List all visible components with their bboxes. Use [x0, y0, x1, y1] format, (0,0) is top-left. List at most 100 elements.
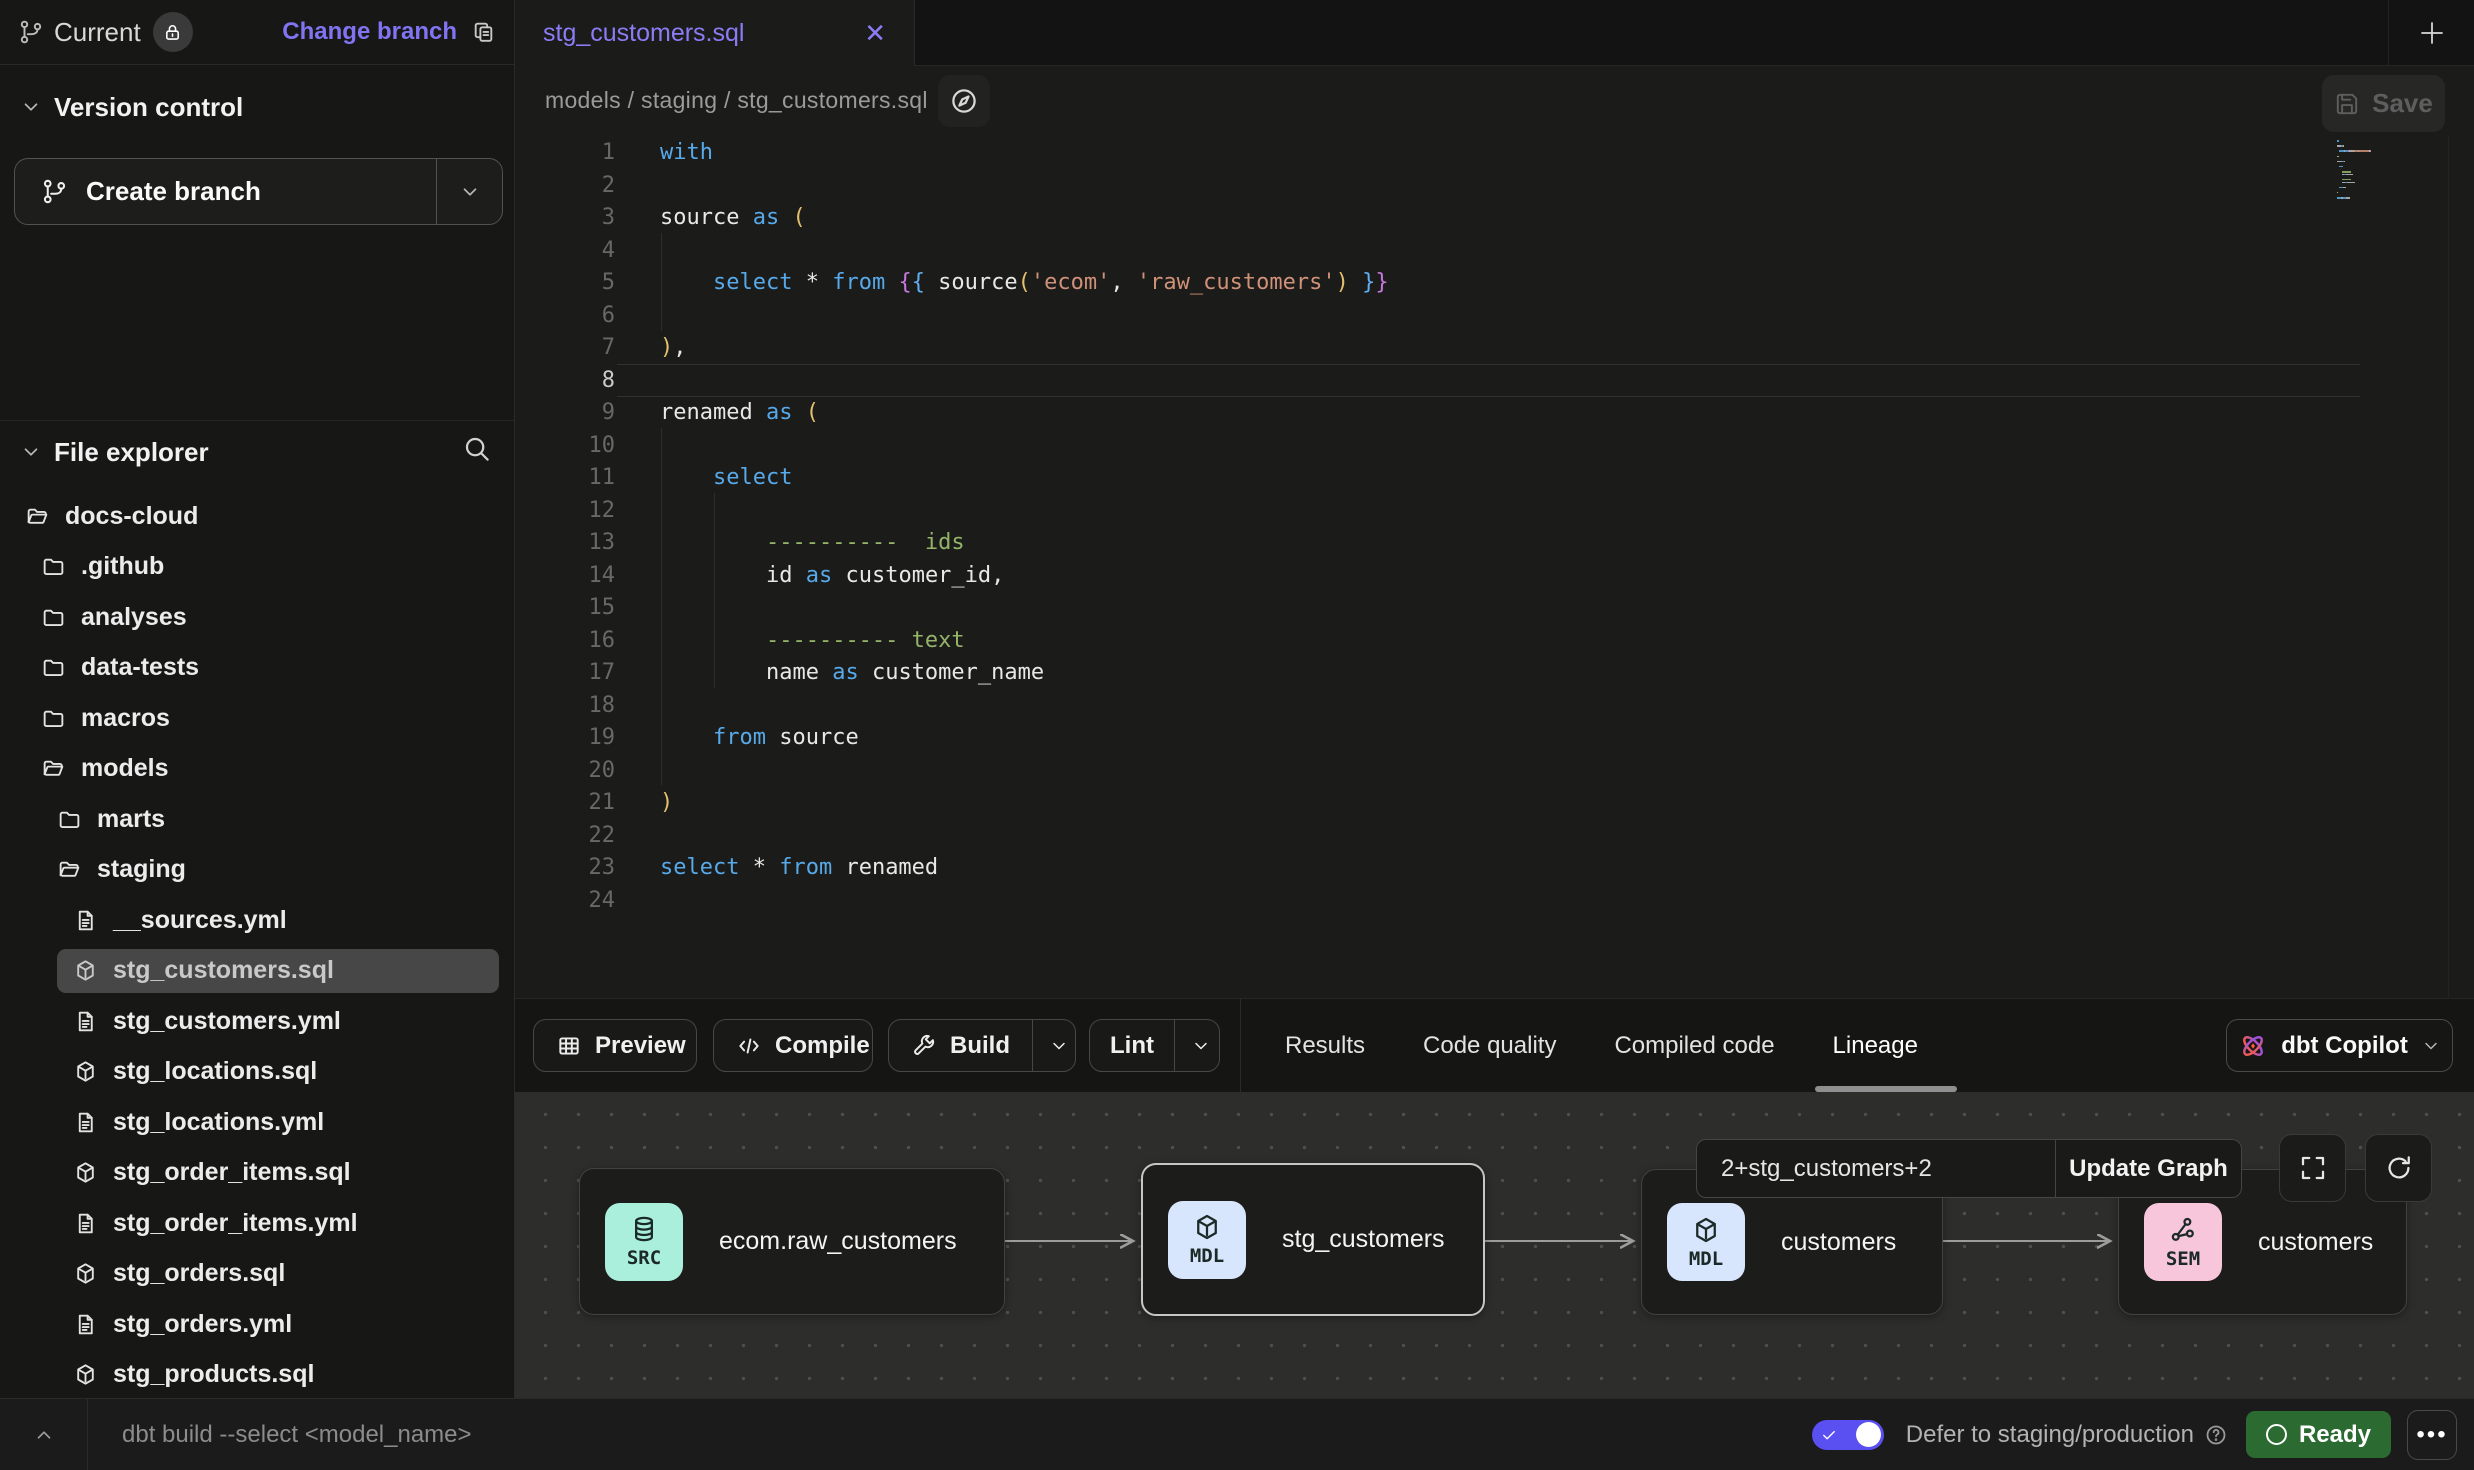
- editor-scrollbar[interactable]: [2448, 135, 2474, 998]
- tree-item-label: stg_order_items.yml: [113, 1209, 358, 1238]
- file-row-stg-orders-sql[interactable]: stg_orders.sql: [0, 1249, 514, 1300]
- save-icon: [2334, 91, 2360, 117]
- code-line-20[interactable]: 20: [515, 755, 2474, 788]
- file-row-stg-order-items-yml[interactable]: stg_order_items.yml: [0, 1198, 514, 1249]
- copy-icon[interactable]: [471, 20, 496, 45]
- panel-tab-results[interactable]: Results: [1285, 1032, 1365, 1060]
- panel-tab-lineage[interactable]: Lineage: [1833, 1032, 1918, 1060]
- code-line-14[interactable]: 14 id as customer_id,: [515, 560, 2474, 593]
- code-line-17[interactable]: 17 name as customer_name: [515, 657, 2474, 690]
- code-line-10[interactable]: 10: [515, 430, 2474, 463]
- code-line-15[interactable]: 15: [515, 592, 2474, 625]
- node-label: ecom.raw_customers: [719, 1227, 957, 1256]
- code-line-9[interactable]: 9renamed as (: [515, 397, 2474, 430]
- folder-row-analyses[interactable]: analyses: [0, 592, 514, 643]
- help-icon[interactable]: [2204, 1423, 2228, 1447]
- code-line-19[interactable]: 19 from source: [515, 722, 2474, 755]
- file-row-stg-order-items-sql[interactable]: stg_order_items.sql: [0, 1148, 514, 1199]
- tree-item-label: marts: [97, 805, 165, 834]
- folder-row-models[interactable]: models: [0, 744, 514, 795]
- command-input-placeholder[interactable]: dbt build --select <model_name>: [122, 1421, 472, 1449]
- compass-icon: [949, 86, 979, 116]
- line-content: ),: [660, 332, 687, 365]
- code-line-4[interactable]: 4: [515, 235, 2474, 268]
- line-content: id as customer_id,: [660, 560, 1004, 593]
- close-tab-icon[interactable]: ✕: [864, 20, 886, 46]
- code-line-23[interactable]: 23select * from renamed: [515, 852, 2474, 885]
- lint-dropdown[interactable]: [1174, 1020, 1227, 1071]
- code-line-12[interactable]: 12: [515, 495, 2474, 528]
- save-button[interactable]: Save: [2322, 75, 2445, 132]
- lineage-node-mdl-stg-customers[interactable]: MDLstg_customers: [1141, 1163, 1485, 1316]
- compile-button[interactable]: Compile: [713, 1019, 873, 1072]
- code-line-18[interactable]: 18: [515, 690, 2474, 723]
- tree-item-label: stg_products.sql: [113, 1360, 314, 1389]
- dbt-copilot-button[interactable]: dbt Copilot: [2226, 1019, 2453, 1072]
- navigate-file-button[interactable]: [938, 75, 990, 127]
- code-line-11[interactable]: 11 select: [515, 462, 2474, 495]
- lint-button[interactable]: Lint: [1089, 1019, 1220, 1072]
- fullscreen-icon: [2298, 1153, 2328, 1183]
- command-bar-expand[interactable]: [0, 1399, 88, 1470]
- file-row-stg-locations-yml[interactable]: stg_locations.yml: [0, 1097, 514, 1148]
- defer-toggle[interactable]: [1812, 1420, 1884, 1450]
- refresh-button[interactable]: [2365, 1134, 2432, 1202]
- folder-icon: [41, 655, 66, 680]
- code-line-24[interactable]: 24: [515, 885, 2474, 918]
- file-row-stg-orders-yml[interactable]: stg_orders.yml: [0, 1299, 514, 1350]
- folder-row-docs-cloud[interactable]: docs-cloud: [0, 491, 514, 542]
- tab-stg-customers-sql[interactable]: stg_customers.sql ✕: [515, 0, 915, 66]
- panel-tab-compiled-code[interactable]: Compiled code: [1614, 1032, 1774, 1060]
- new-tab-button[interactable]: [2388, 0, 2474, 65]
- code-line-5[interactable]: 5 select * from {{ source('ecom', 'raw_c…: [515, 267, 2474, 300]
- yaml-file-icon: [73, 1009, 98, 1034]
- file-row-stg-products-sql[interactable]: stg_products.sql: [0, 1350, 514, 1401]
- ide-status-badge[interactable]: Ready: [2246, 1411, 2391, 1458]
- code-editor[interactable]: 1with23source as (45 select * from {{ so…: [515, 135, 2474, 998]
- folder-row-data-tests[interactable]: data-tests: [0, 643, 514, 694]
- branch-header: Current Change branch: [0, 0, 514, 65]
- line-number: 24: [515, 885, 615, 918]
- code-line-3[interactable]: 3source as (: [515, 202, 2474, 235]
- file-row-stg-locations-sql[interactable]: stg_locations.sql: [0, 1047, 514, 1098]
- code-line-16[interactable]: 16 ---------- text: [515, 625, 2474, 658]
- file-explorer-header[interactable]: File explorer: [0, 429, 514, 475]
- ready-label: Ready: [2299, 1421, 2371, 1449]
- code-line-8[interactable]: 8: [515, 365, 2474, 398]
- file-row--sources-yml[interactable]: __sources.yml: [0, 895, 514, 946]
- code-line-21[interactable]: 21): [515, 787, 2474, 820]
- version-control-header[interactable]: Version control: [0, 84, 514, 130]
- preview-button[interactable]: Preview: [533, 1019, 697, 1072]
- create-branch-button[interactable]: Create branch: [14, 158, 503, 225]
- update-graph-button[interactable]: Update Graph: [2055, 1140, 2241, 1197]
- code-line-2[interactable]: 2: [515, 170, 2474, 203]
- code-line-22[interactable]: 22: [515, 820, 2474, 853]
- code-line-13[interactable]: 13 ---------- ids: [515, 527, 2474, 560]
- panel-tab-code-quality[interactable]: Code quality: [1423, 1032, 1556, 1060]
- change-branch-link[interactable]: Change branch: [282, 18, 457, 46]
- code-line-7[interactable]: 7),: [515, 332, 2474, 365]
- code-line-6[interactable]: 6: [515, 300, 2474, 333]
- folder-row-marts[interactable]: marts: [0, 794, 514, 845]
- breadcrumb-row: models / staging / stg_customers.sql Sav…: [515, 66, 2474, 135]
- folder-row--github[interactable]: .github: [0, 542, 514, 593]
- line-content: ---------- ids: [660, 527, 965, 560]
- more-options-button[interactable]: •••: [2407, 1410, 2457, 1460]
- folder-row-staging[interactable]: staging: [0, 845, 514, 896]
- lineage-panel[interactable]: SRCecom.raw_customersMDLstg_customersMDL…: [515, 1092, 2474, 1398]
- lineage-selector-input[interactable]: [1697, 1140, 2055, 1197]
- folder-row-macros[interactable]: macros: [0, 693, 514, 744]
- folder-open-icon: [25, 504, 50, 529]
- build-dropdown[interactable]: [1032, 1020, 1085, 1071]
- fullscreen-button[interactable]: [2279, 1134, 2346, 1202]
- version-control-title: Version control: [54, 92, 243, 123]
- lineage-node-src-ecom-raw-customers[interactable]: SRCecom.raw_customers: [579, 1168, 1005, 1315]
- create-branch-dropdown[interactable]: [436, 159, 502, 224]
- file-row-stg-customers-yml[interactable]: stg_customers.yml: [0, 996, 514, 1047]
- file-row-stg-customers-sql[interactable]: stg_customers.sql: [0, 946, 514, 997]
- minimap[interactable]: [2337, 140, 2427, 202]
- build-button[interactable]: Build: [888, 1019, 1076, 1072]
- search-icon[interactable]: [462, 434, 492, 464]
- code-line-1[interactable]: 1with: [515, 137, 2474, 170]
- line-number: 16: [515, 625, 615, 658]
